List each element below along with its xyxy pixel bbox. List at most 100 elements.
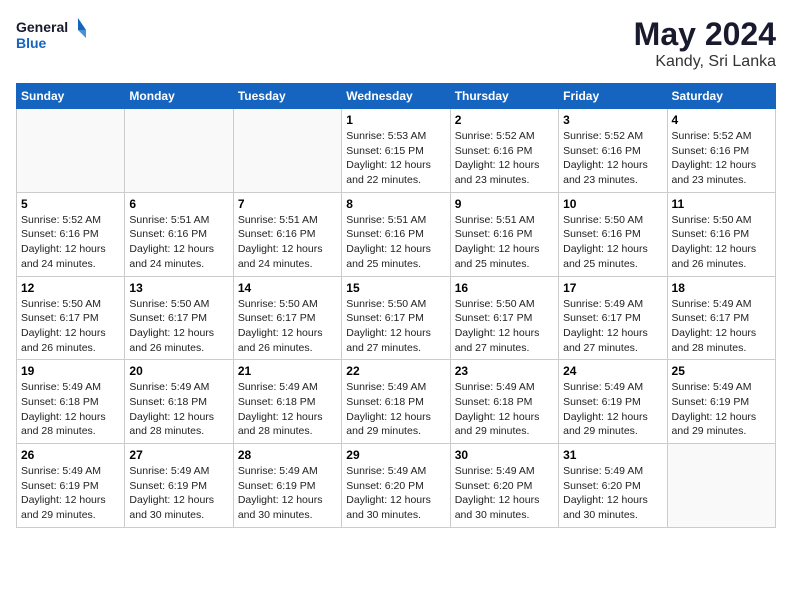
day-number: 25 (672, 364, 771, 378)
calendar-cell: 9Sunrise: 5:51 AM Sunset: 6:16 PM Daylig… (450, 192, 558, 276)
week-row-2: 5 Sunrise: 5:52 AM Sunset: 6:16 PM Daylig… (17, 192, 776, 276)
page-header: General Blue May 2024 Kandy, Sri Lanka (16, 16, 776, 71)
day-info: Sunrise: 5:49 AM Sunset: 6:20 PM Dayligh… (346, 464, 445, 523)
calendar-cell: 1 Sunrise: 5:53 AM Sunset: 6:15 PM Daylig… (342, 109, 450, 193)
day-info: Sunrise: 5:52 AM Sunset: 6:16 PM Dayligh… (21, 213, 120, 272)
day-number: 20 (129, 364, 228, 378)
day-number: 29 (346, 448, 445, 462)
day-info: Sunrise: 5:49 AM Sunset: 6:19 PM Dayligh… (129, 464, 228, 523)
day-info: Sunrise: 5:49 AM Sunset: 6:20 PM Dayligh… (563, 464, 662, 523)
calendar-cell: 24 Sunrise: 5:49 AM Sunset: 6:19 PM Dayli… (559, 360, 667, 444)
day-number: 3 (563, 113, 662, 127)
day-number: 7 (238, 197, 337, 211)
calendar-cell: 16 Sunrise: 5:50 AM Sunset: 6:17 PM Dayli… (450, 276, 558, 360)
day-info: Sunrise: 5:52 AM Sunset: 6:16 PM Dayligh… (563, 129, 662, 188)
calendar-cell: 7 Sunrise: 5:51 AM Sunset: 6:16 PM Daylig… (233, 192, 341, 276)
day-info: Sunrise: 5:49 AM Sunset: 6:18 PM Dayligh… (21, 380, 120, 439)
day-number: 10 (563, 197, 662, 211)
calendar-cell: 28 Sunrise: 5:49 AM Sunset: 6:19 PM Dayli… (233, 444, 341, 528)
calendar-cell: 29 Sunrise: 5:49 AM Sunset: 6:20 PM Dayli… (342, 444, 450, 528)
calendar-cell: 2Sunrise: 5:52 AM Sunset: 6:16 PM Daylig… (450, 109, 558, 193)
calendar-cell: 18 Sunrise: 5:49 AM Sunset: 6:17 PM Dayli… (667, 276, 775, 360)
day-info: Sunrise: 5:50 AM Sunset: 6:16 PM Dayligh… (563, 213, 662, 272)
day-number: 16 (455, 281, 554, 295)
day-info: Sunrise: 5:51 AM Sunset: 6:16 PM Dayligh… (238, 213, 337, 272)
day-info: Sunrise: 5:49 AM Sunset: 6:20 PM Dayligh… (455, 464, 554, 523)
svg-text:General: General (16, 19, 68, 35)
day-number: 28 (238, 448, 337, 462)
day-info: Sunrise: 5:49 AM Sunset: 6:17 PM Dayligh… (672, 297, 771, 356)
col-header-wednesday: Wednesday (342, 84, 450, 109)
week-row-4: 19 Sunrise: 5:49 AM Sunset: 6:18 PM Dayli… (17, 360, 776, 444)
day-info: Sunrise: 5:49 AM Sunset: 6:18 PM Dayligh… (238, 380, 337, 439)
week-row-1: 1 Sunrise: 5:53 AM Sunset: 6:15 PM Daylig… (17, 109, 776, 193)
calendar-cell: 30 Sunrise: 5:49 AM Sunset: 6:20 PM Dayli… (450, 444, 558, 528)
day-info: Sunrise: 5:52 AM Sunset: 6:16 PM Dayligh… (672, 129, 771, 188)
calendar-cell (125, 109, 233, 193)
calendar-cell: 21 Sunrise: 5:49 AM Sunset: 6:18 PM Dayli… (233, 360, 341, 444)
day-number: 18 (672, 281, 771, 295)
day-info: Sunrise: 5:50 AM Sunset: 6:17 PM Dayligh… (455, 297, 554, 356)
day-number: 12 (21, 281, 120, 295)
day-number: 24 (563, 364, 662, 378)
calendar-cell: 5 Sunrise: 5:52 AM Sunset: 6:16 PM Daylig… (17, 192, 125, 276)
day-number: 31 (563, 448, 662, 462)
calendar-cell: 15Sunrise: 5:50 AM Sunset: 6:17 PM Dayli… (342, 276, 450, 360)
day-info: Sunrise: 5:50 AM Sunset: 6:17 PM Dayligh… (21, 297, 120, 356)
day-number: 22 (346, 364, 445, 378)
day-number: 1 (346, 113, 445, 127)
calendar-cell: 14 Sunrise: 5:50 AM Sunset: 6:17 PM Dayli… (233, 276, 341, 360)
calendar-cell: 11 Sunrise: 5:50 AM Sunset: 6:16 PM Dayli… (667, 192, 775, 276)
calendar-table: SundayMondayTuesdayWednesdayThursdayFrid… (16, 83, 776, 528)
svg-text:Blue: Blue (16, 35, 47, 51)
day-info: Sunrise: 5:49 AM Sunset: 6:19 PM Dayligh… (21, 464, 120, 523)
day-number: 30 (455, 448, 554, 462)
calendar-cell: 25 Sunrise: 5:49 AM Sunset: 6:19 PM Dayli… (667, 360, 775, 444)
calendar-cell: 19 Sunrise: 5:49 AM Sunset: 6:18 PM Dayli… (17, 360, 125, 444)
calendar-subtitle: Kandy, Sri Lanka (634, 53, 776, 71)
day-info: Sunrise: 5:49 AM Sunset: 6:19 PM Dayligh… (563, 380, 662, 439)
day-info: Sunrise: 5:49 AM Sunset: 6:19 PM Dayligh… (672, 380, 771, 439)
day-info: Sunrise: 5:53 AM Sunset: 6:15 PM Dayligh… (346, 129, 445, 188)
col-header-tuesday: Tuesday (233, 84, 341, 109)
calendar-cell: 27 Sunrise: 5:49 AM Sunset: 6:19 PM Dayli… (125, 444, 233, 528)
col-header-friday: Friday (559, 84, 667, 109)
calendar-cell: 31 Sunrise: 5:49 AM Sunset: 6:20 PM Dayli… (559, 444, 667, 528)
day-info: Sunrise: 5:49 AM Sunset: 6:17 PM Dayligh… (563, 297, 662, 356)
day-number: 8 (346, 197, 445, 211)
day-number: 19 (21, 364, 120, 378)
day-info: Sunrise: 5:50 AM Sunset: 6:17 PM Dayligh… (238, 297, 337, 356)
week-row-3: 12 Sunrise: 5:50 AM Sunset: 6:17 PM Dayli… (17, 276, 776, 360)
day-number: 13 (129, 281, 228, 295)
day-number: 23 (455, 364, 554, 378)
day-info: Sunrise: 5:50 AM Sunset: 6:16 PM Dayligh… (672, 213, 771, 272)
day-info: Sunrise: 5:49 AM Sunset: 6:19 PM Dayligh… (238, 464, 337, 523)
day-number: 5 (21, 197, 120, 211)
calendar-cell (17, 109, 125, 193)
day-info: Sunrise: 5:51 AM Sunset: 6:16 PM Dayligh… (129, 213, 228, 272)
calendar-cell: 22Sunrise: 5:49 AM Sunset: 6:18 PM Dayli… (342, 360, 450, 444)
calendar-title: May 2024 (634, 16, 776, 53)
day-number: 21 (238, 364, 337, 378)
day-number: 2 (455, 113, 554, 127)
calendar-cell: 8 Sunrise: 5:51 AM Sunset: 6:16 PM Daylig… (342, 192, 450, 276)
calendar-cell: 13 Sunrise: 5:50 AM Sunset: 6:17 PM Dayli… (125, 276, 233, 360)
day-number: 6 (129, 197, 228, 211)
day-number: 11 (672, 197, 771, 211)
calendar-cell (667, 444, 775, 528)
logo: General Blue (16, 16, 86, 60)
day-number: 26 (21, 448, 120, 462)
day-info: Sunrise: 5:50 AM Sunset: 6:17 PM Dayligh… (129, 297, 228, 356)
col-header-sunday: Sunday (17, 84, 125, 109)
day-number: 27 (129, 448, 228, 462)
calendar-cell: 3 Sunrise: 5:52 AM Sunset: 6:16 PM Daylig… (559, 109, 667, 193)
day-number: 9 (455, 197, 554, 211)
day-number: 15 (346, 281, 445, 295)
day-number: 14 (238, 281, 337, 295)
calendar-cell: 4 Sunrise: 5:52 AM Sunset: 6:16 PM Daylig… (667, 109, 775, 193)
day-number: 4 (672, 113, 771, 127)
day-info: Sunrise: 5:51 AM Sunset: 6:16 PM Dayligh… (346, 213, 445, 272)
calendar-cell: 10 Sunrise: 5:50 AM Sunset: 6:16 PM Dayli… (559, 192, 667, 276)
col-header-saturday: Saturday (667, 84, 775, 109)
calendar-cell: 17Sunrise: 5:49 AM Sunset: 6:17 PM Dayli… (559, 276, 667, 360)
